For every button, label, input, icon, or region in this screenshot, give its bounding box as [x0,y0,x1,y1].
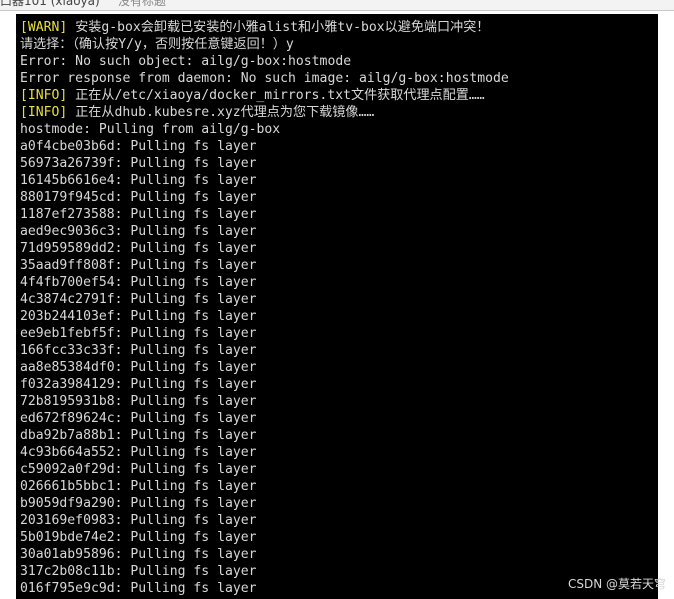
terminal-line-text: 166fcc33c33f: Pulling fs layer [20,343,257,358]
terminal-line-text: 72b8195931b8: Pulling fs layer [20,394,257,409]
terminal-line: 203169ef0983: Pulling fs layer [20,512,257,529]
terminal-line-text: c59092a0f29d: Pulling fs layer [20,462,257,477]
terminal-line-text: 正在从/etc/xiaoya/docker_mirrors.txt文件获取代理点… [67,88,485,103]
tab-strip: 口器101 (xiaoya) 没有标题 [0,0,674,11]
terminal-line-text: 安装g-box会卸载已安装的小雅alist和小雅tv-box以避免端口冲突！ [67,20,490,35]
terminal-line-text: 203b244103ef: Pulling fs layer [20,309,257,324]
terminal-line: 35aad9ff808f: Pulling fs layer [20,257,257,274]
terminal-line: 317c2b08c11b: Pulling fs layer [20,563,257,580]
log-level-tag: [INFO] [20,88,68,103]
terminal-line-text: Error: No such object: ailg/g-box:hostmo… [20,54,352,69]
terminal-line-text: 4f4fb700ef54: Pulling fs layer [20,275,257,290]
terminal-line: 166fcc33c33f: Pulling fs layer [20,342,257,359]
terminal-line-text: 026661b5bbc1: Pulling fs layer [20,479,257,494]
terminal-line-text: 71d959589dd2: Pulling fs layer [20,241,257,256]
terminal-line-text: 016f795e9c9d: Pulling fs layer [20,581,257,596]
terminal-line-text: ee9eb1febf5f: Pulling fs layer [20,326,257,341]
terminal-line: 4c3874c2791f: Pulling fs layer [20,291,257,308]
terminal-line: [INFO] 正在从/etc/xiaoya/docker_mirrors.txt… [20,87,485,104]
terminal-line: f032a3984129: Pulling fs layer [20,376,257,393]
log-level-tag: [WARN] [20,20,68,35]
terminal-line-text: 56973a26739f: Pulling fs layer [20,156,257,171]
terminal-line: 4c93b664a552: Pulling fs layer [20,444,257,461]
terminal-line-text: a0f4cbe03b6d: Pulling fs layer [20,139,257,154]
terminal-line-text: 5b019bde74e2: Pulling fs layer [20,530,257,545]
terminal-line-text: 35aad9ff808f: Pulling fs layer [20,258,257,273]
terminal-line: hostmode: Pulling from ailg/g-box [20,121,280,138]
terminal-line-text: 317c2b08c11b: Pulling fs layer [20,564,257,579]
tab-untitled[interactable]: 没有标题 [118,0,166,8]
terminal-line-text: Error response from daemon: No such imag… [20,71,509,86]
terminal-line: 30a01ab95896: Pulling fs layer [20,546,257,563]
terminal-line: 5b019bde74e2: Pulling fs layer [20,529,257,546]
terminal-line: 16145b6616e4: Pulling fs layer [20,172,257,189]
tab-session[interactable]: 口器101 (xiaoya) [0,0,100,8]
terminal-line: ed672f89624c: Pulling fs layer [20,410,257,427]
terminal-line-text: 4c3874c2791f: Pulling fs layer [20,292,257,307]
terminal-line: dba92b7a88b1: Pulling fs layer [20,427,257,444]
terminal-scrollbar[interactable] [650,14,658,599]
terminal-line-text: aa8e85384df0: Pulling fs layer [20,360,257,375]
terminal-window: 口器101 (xiaoya) 没有标题 [WARN] 安装g-box会卸载已安装… [0,0,674,599]
terminal-line: 4f4fb700ef54: Pulling fs layer [20,274,257,291]
terminal-line: 016f795e9c9d: Pulling fs layer [20,580,257,597]
terminal-line: 203b244103ef: Pulling fs layer [20,308,257,325]
terminal-line: 1187ef273588: Pulling fs layer [20,206,257,223]
terminal-line-text: dba92b7a88b1: Pulling fs layer [20,428,257,443]
terminal-line-text: f032a3984129: Pulling fs layer [20,377,257,392]
terminal-line-text: 880179f945cd: Pulling fs layer [20,190,257,205]
terminal-line: c59092a0f29d: Pulling fs layer [20,461,257,478]
terminal-line: Error: No such object: ailg/g-box:hostmo… [20,53,351,70]
terminal-line: 72b8195931b8: Pulling fs layer [20,393,257,410]
terminal-line: 请选择：（确认按Y/y，否则按任意键返回！）y [20,36,294,53]
terminal-line: a0f4cbe03b6d: Pulling fs layer [20,138,257,155]
terminal-line: Error response from daemon: No such imag… [20,70,509,87]
terminal-line-text: 16145b6616e4: Pulling fs layer [20,173,257,188]
terminal-line-text: 1187ef273588: Pulling fs layer [20,207,257,222]
terminal-line-text: hostmode: Pulling from ailg/g-box [20,122,281,137]
terminal-line: 56973a26739f: Pulling fs layer [20,155,257,172]
terminal-line-text: 请选择：（确认按Y/y，否则按任意键返回！）y [20,37,294,52]
terminal-line: ee9eb1febf5f: Pulling fs layer [20,325,257,342]
watermark: CSDN @莫若天穹 [567,577,666,591]
terminal-line: aed9ec9036c3: Pulling fs layer [20,223,257,240]
terminal-line: aa8e85384df0: Pulling fs layer [20,359,257,376]
terminal-line: [WARN] 安装g-box会卸载已安装的小雅alist和小雅tv-box以避免… [20,19,489,36]
terminal-output[interactable]: [WARN] 安装g-box会卸载已安装的小雅alist和小雅tv-box以避免… [16,14,658,599]
terminal-line-text: 正在从dhub.kubesre.xyz代理点为您下载镜像…… [67,105,375,120]
terminal-line-text: 4c93b664a552: Pulling fs layer [20,445,257,460]
terminal-line-text: ed672f89624c: Pulling fs layer [20,411,257,426]
terminal-line-text: b9059df9a290: Pulling fs layer [20,496,257,511]
terminal-line: 71d959589dd2: Pulling fs layer [20,240,257,257]
terminal-line: 026661b5bbc1: Pulling fs layer [20,478,257,495]
terminal-line: 880179f945cd: Pulling fs layer [20,189,257,206]
terminal-line-text: 203169ef0983: Pulling fs layer [20,513,257,528]
terminal-line: [INFO] 正在从dhub.kubesre.xyz代理点为您下载镜像…… [20,104,374,121]
log-level-tag: [INFO] [20,105,68,120]
terminal-line-text: aed9ec9036c3: Pulling fs layer [20,224,257,239]
terminal-line-text: 30a01ab95896: Pulling fs layer [20,547,257,562]
terminal-line: b9059df9a290: Pulling fs layer [20,495,257,512]
